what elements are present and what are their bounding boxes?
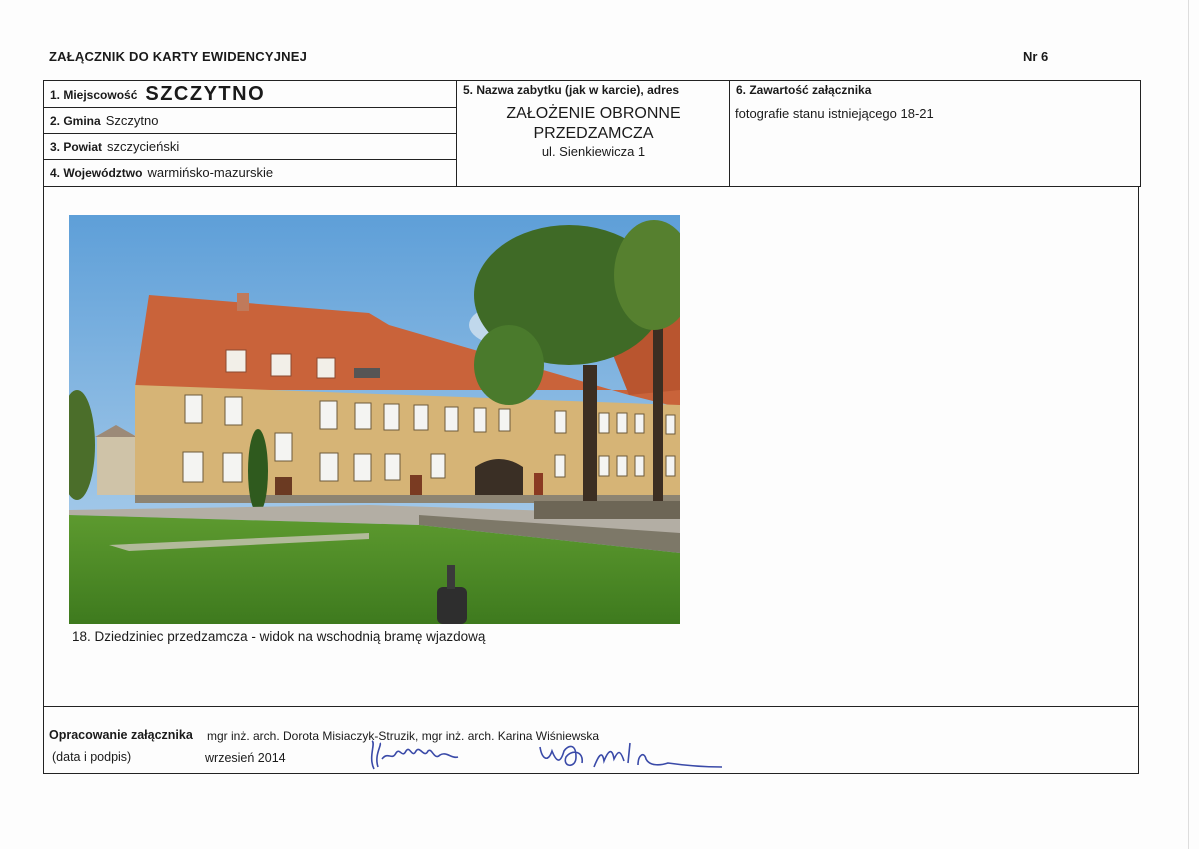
powiat-label: 3. Powiat [50,140,103,154]
monument-name: ZAŁOŻENIE OBRONNE PRZEDZAMCZA [457,104,730,144]
monument-name-line-2: PRZEDZAMCZA [533,125,654,142]
wojewodztwo-label: 4. Województwo [50,166,143,180]
contents-column: 6. Zawartość załącznika fotografie stanu… [730,81,1140,186]
signature-2 [539,742,723,768]
miejscowosc-label: 1. Miejscowość [50,88,138,102]
prepared-by-label: Opracowanie załącznika [49,728,193,742]
date-value: wrzesień 2014 [205,751,286,765]
signatures [370,740,723,770]
location-column: 1. Miejscowość SZCZYTNO 2. Gmina Szczytno … [44,81,457,186]
document-title: ZAŁĄCZNIK DO KARTY EWIDENCYJNEJ [49,49,308,64]
field-miejscowosc: 1. Miejscowość SZCZYTNO [44,81,456,108]
monument-name-label: 5. Nazwa zabytku (jak w karcie), adres [463,83,680,97]
date-label: (data i podpis) [52,750,132,764]
field-gmina: 2. Gmina Szczytno [44,108,456,134]
building-photo [69,215,680,624]
contents-label: 6. Zawartość załącznika [736,83,872,97]
field-powiat: 3. Powiat szczycieński [44,134,456,160]
wojewodztwo-value: warmińsko-mazurskie [147,165,274,180]
info-table: 1. Miejscowość SZCZYTNO 2. Gmina Szczytno … [43,80,1141,187]
monument-column: 5. Nazwa zabytku (jak w karcie), adres Z… [457,81,730,186]
monument-name-line-1: ZAŁOŻENIE OBRONNE [506,105,681,122]
contents-value: fotografie stanu istniejącego 18-21 [735,106,934,121]
field-wojewodztwo: 4. Województwo warmińsko-mazurskie [44,160,456,186]
miejscowosc-value: SZCZYTNO [145,83,266,105]
attachment-number: Nr 6 [1023,49,1049,64]
footer-section: Opracowanie załącznika mgr inż. arch. Do… [43,706,1139,774]
monument-address: ul. Sienkiewicza 1 [541,144,646,159]
gmina-value: Szczytno [105,113,159,128]
photo-caption: 18. Dziedziniec przedzamcza - widok na w… [72,629,486,644]
powiat-value: szczycieński [107,139,180,154]
page-edge [1188,0,1189,849]
signature-1 [370,740,459,770]
gmina-label: 2. Gmina [50,114,101,128]
